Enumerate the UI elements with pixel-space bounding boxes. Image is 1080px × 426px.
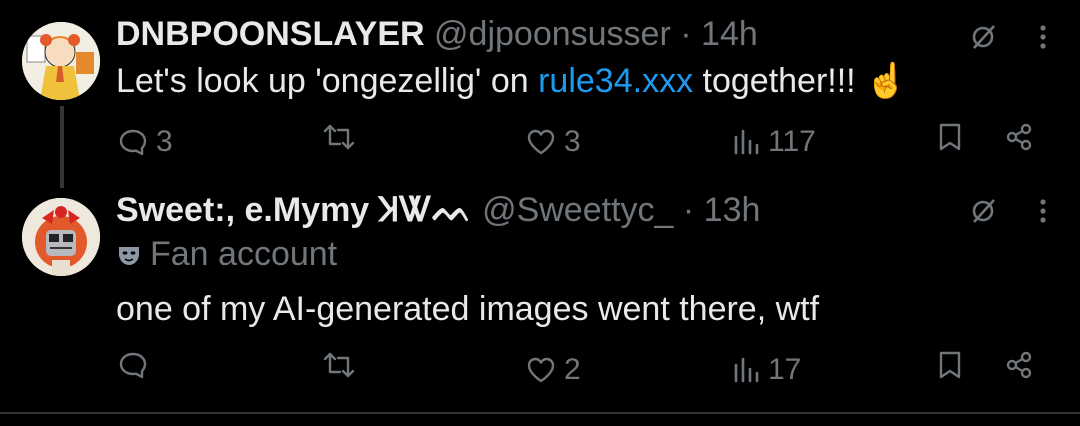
heart-icon xyxy=(527,357,555,383)
tweet-actions: 2 17 xyxy=(0,350,1080,390)
like-count: 2 xyxy=(564,353,581,386)
timestamp[interactable]: 13h xyxy=(704,191,761,229)
separator: · xyxy=(680,15,692,53)
divider xyxy=(0,412,1080,414)
share-icon xyxy=(1006,351,1032,379)
tweet-text-start: Let's look up 'ongezellig' on xyxy=(116,62,539,100)
more-options-icon[interactable] xyxy=(1038,24,1048,57)
retweet-button[interactable] xyxy=(322,350,364,380)
reply-icon xyxy=(119,129,147,156)
tweet-1[interactable]: DNBPOONSLAYER @djpoonsusser · 14h Let's … xyxy=(0,0,1080,188)
like-button[interactable]: 3 xyxy=(526,122,581,162)
views-icon xyxy=(734,129,759,155)
heart-icon xyxy=(527,129,555,155)
retweet-button[interactable] xyxy=(322,122,364,152)
retweet-icon xyxy=(323,352,355,378)
views-button[interactable]: 117 xyxy=(732,122,816,162)
grok-icon[interactable] xyxy=(968,22,998,57)
tweet-2[interactable]: Sweet:, e.Mymy ꞰᏔᨓ @Sweettyc_ · 13h Fan … xyxy=(0,180,1080,412)
tweet-text-end: together!!! xyxy=(693,62,866,100)
bookmark-icon xyxy=(939,123,961,151)
mask-icon xyxy=(119,247,139,265)
retweet-icon xyxy=(323,124,355,150)
views-icon xyxy=(734,357,759,383)
pointing-up-emoji: ☝ xyxy=(865,62,908,100)
fan-account-label: Fan account xyxy=(116,234,337,274)
display-name[interactable]: Sweet:, e.Mymy ꞰᏔᨓ xyxy=(116,191,473,229)
tweet-header: DNBPOONSLAYER @djpoonsusser · 14h xyxy=(116,14,758,54)
like-button[interactable]: 2 xyxy=(526,350,581,390)
tweet-text: Let's look up 'ongezellig' on rule34.xxx… xyxy=(116,60,907,102)
reply-button[interactable]: 3 xyxy=(118,122,173,162)
more-options-icon[interactable] xyxy=(1038,198,1048,231)
handle[interactable]: @Sweettyc_ xyxy=(482,191,673,229)
tweet-text: one of my AI-generated images went there… xyxy=(116,290,820,328)
reply-button[interactable] xyxy=(118,350,156,380)
tweet-link[interactable]: rule34.xxx xyxy=(538,62,693,100)
share-button[interactable] xyxy=(1004,350,1034,380)
bookmark-icon xyxy=(939,351,961,379)
share-icon xyxy=(1006,123,1032,151)
avatar[interactable] xyxy=(22,198,100,276)
avatar-image xyxy=(22,22,100,100)
view-count: 117 xyxy=(768,125,816,158)
tweet-header: Sweet:, e.Mymy ꞰᏔᨓ @Sweettyc_ · 13h xyxy=(116,190,760,230)
display-name[interactable]: DNBPOONSLAYER xyxy=(116,15,425,53)
avatar[interactable] xyxy=(22,22,100,100)
separator: · xyxy=(682,191,695,229)
reply-icon xyxy=(119,352,147,379)
handle[interactable]: @djpoonsusser xyxy=(434,15,671,53)
views-button[interactable]: 17 xyxy=(732,350,801,390)
grok-icon[interactable] xyxy=(968,196,998,231)
reply-count: 3 xyxy=(156,125,173,158)
timestamp[interactable]: 14h xyxy=(701,15,758,53)
like-count: 3 xyxy=(564,125,581,158)
share-button[interactable] xyxy=(1004,122,1034,152)
tweet-actions: 3 3 117 xyxy=(0,122,1080,162)
view-count: 17 xyxy=(768,353,802,386)
bookmark-button[interactable] xyxy=(938,122,962,152)
avatar-image xyxy=(22,198,100,276)
bookmark-button[interactable] xyxy=(938,350,962,380)
fan-account-text: Fan account xyxy=(150,235,338,273)
